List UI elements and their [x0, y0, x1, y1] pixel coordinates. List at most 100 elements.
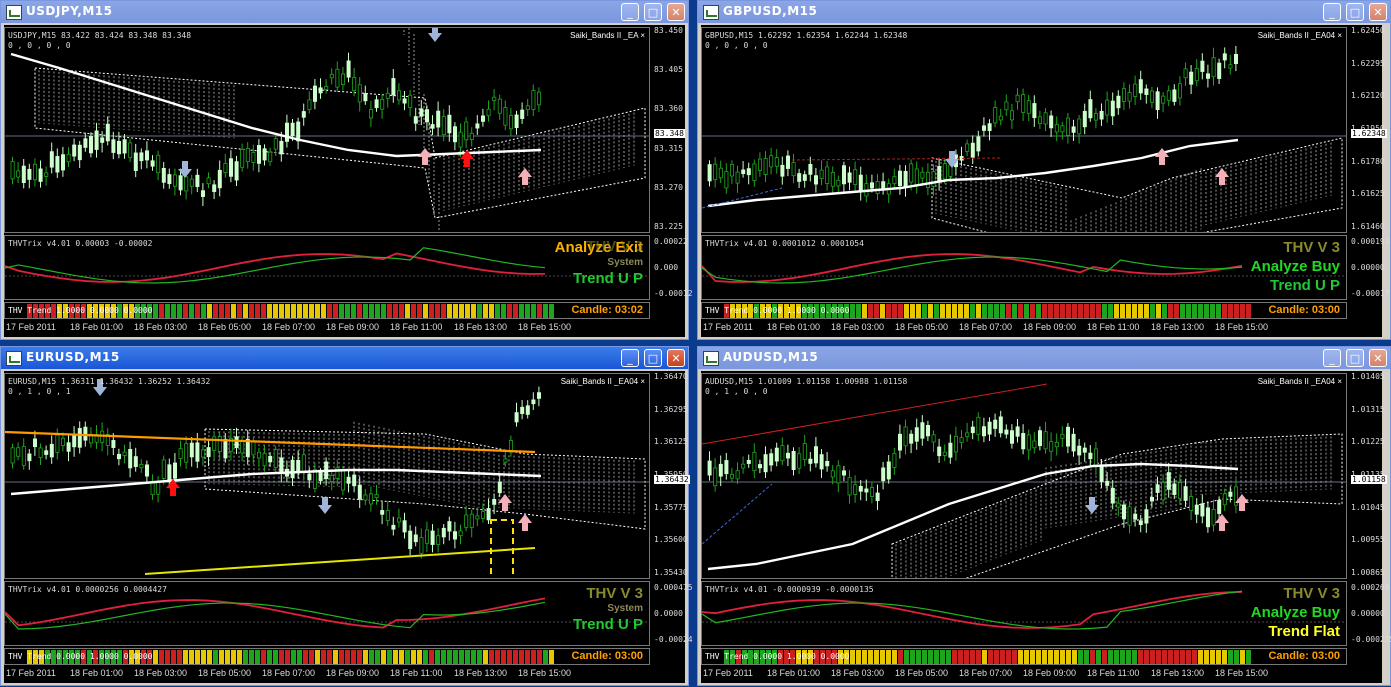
candle-body	[38, 447, 43, 458]
trend-bar	[255, 304, 260, 318]
candle-body	[167, 174, 172, 185]
candle-body	[925, 171, 930, 188]
candle-body	[296, 459, 301, 473]
trend-bar	[339, 304, 344, 318]
trix-indicator-pane[interactable]: THVTrix v4.01 0.0001012 0.0001054 THV V 3…	[701, 235, 1347, 300]
trend-bar	[916, 650, 921, 664]
candle-body	[262, 148, 267, 161]
expert-advisor-label[interactable]: Saiki_Bands II _EA04 ×	[1258, 31, 1342, 40]
candle-body	[537, 392, 542, 399]
trend-bar	[531, 304, 536, 318]
trend-strip-pane[interactable]: THV Trend 1.0000 0.0000 0.0000 Candle: 03…	[4, 302, 650, 319]
expert-advisor-label[interactable]: Saiki_Bands II _EA ×	[570, 31, 645, 40]
trend-strip-pane[interactable]: THV Trend 0.0000 1.0000 0.0000 Candle: 03…	[701, 302, 1347, 319]
price-pane[interactable]: AUDUSD,M15 1.01009 1.01158 1.00988 1.011…	[701, 373, 1347, 579]
sell-arrow-icon	[428, 28, 442, 42]
trend-bar	[159, 650, 164, 664]
chart-area[interactable]: GBPUSD,M15 1.62292 1.62354 1.62244 1.623…	[701, 25, 1390, 337]
close-button[interactable]: ✕	[667, 349, 685, 367]
candle-body	[206, 447, 211, 458]
band-cloud	[931, 137, 1343, 232]
close-button[interactable]: ✕	[667, 3, 685, 21]
candle-body	[937, 446, 942, 457]
signal-status-line: Trend U P	[572, 616, 643, 633]
chart-window-eurusd[interactable]: EURUSD,M15 _ □ ✕ EURUSD,M15 1.36311 1.36…	[0, 346, 693, 686]
trend-bar	[904, 650, 909, 664]
time-axis: 17 Feb 2011 18 Feb 01:00 18 Feb 03:00 18 Fe…	[701, 667, 1382, 681]
indicator-tick: 0.0000	[654, 609, 683, 618]
close-button[interactable]: ✕	[1369, 349, 1387, 367]
candle-body	[380, 98, 385, 110]
expert-advisor-label[interactable]: Saiki_Bands II _EA04 ×	[1258, 377, 1342, 386]
trix-indicator-pane[interactable]: THVTrix v4.01 0.00003 -0.00002 Analyze Ex…	[4, 235, 650, 300]
trend-bar	[423, 304, 428, 318]
price-axis: 1.364701.362951.361251.359501.357751.356…	[652, 372, 690, 579]
candle-body	[1144, 509, 1149, 524]
maximize-button[interactable]: □	[644, 349, 662, 367]
window-titlebar[interactable]: USDJPY,M15 _ □ ✕	[1, 1, 688, 23]
chart-area[interactable]: USDJPY,M15 83.422 83.424 83.348 83.348 0 …	[4, 25, 693, 337]
candle-body	[27, 453, 32, 462]
candle-body	[1172, 89, 1177, 102]
minimize-button[interactable]: _	[621, 3, 639, 21]
time-tick: 17 Feb 2011	[703, 668, 753, 678]
candle-body	[1015, 426, 1020, 437]
trix-indicator-pane[interactable]: THVTrix v4.01 0.0000256 0.0004427 THV V 3…	[4, 581, 650, 646]
minimize-button[interactable]: _	[1323, 3, 1341, 21]
close-button[interactable]: ✕	[1369, 3, 1387, 21]
trend-strip-pane[interactable]: THV Trend 0.0000 1.0000 0.0000 Candle: 03…	[4, 648, 650, 665]
trend-bar	[345, 650, 350, 664]
candle-body	[1026, 100, 1031, 114]
trend-strip-pane[interactable]: THV Trend 0.0000 1.0000 0.0000 Candle: 03…	[701, 648, 1347, 665]
trix-signal-line	[702, 253, 1243, 283]
indicator-header: THVTrix v4.01 0.0001012 0.0001054	[705, 239, 864, 248]
trend-bar	[513, 650, 518, 664]
price-pane[interactable]: GBPUSD,M15 1.62292 1.62354 1.62244 1.623…	[701, 27, 1347, 233]
candle-body	[1037, 430, 1042, 447]
candle-body	[1004, 429, 1009, 435]
window-titlebar[interactable]: EURUSD,M15 _ □ ✕	[1, 347, 688, 369]
price-pane[interactable]: USDJPY,M15 83.422 83.424 83.348 83.348 0 …	[4, 27, 650, 233]
trix-indicator-pane[interactable]: THVTrix v4.01 -0.0000939 -0.0000135 THV V…	[701, 581, 1347, 646]
minimize-button[interactable]: _	[1323, 349, 1341, 367]
candle-body	[1127, 506, 1132, 526]
chart-header: AUDUSD,M15 1.01009 1.01158 1.00988 1.011…	[705, 377, 908, 386]
trend-bar	[928, 650, 933, 664]
price-pane[interactable]: EURUSD,M15 1.36311 1.36432 1.36252 1.364…	[4, 373, 650, 579]
maximize-button[interactable]: □	[1346, 3, 1364, 21]
window-titlebar[interactable]: AUDUSD,M15 _ □ ✕	[698, 347, 1390, 369]
candle-body	[819, 169, 824, 179]
trend-bar	[1072, 650, 1077, 664]
candle-body	[1105, 480, 1110, 486]
trend-bar	[910, 650, 915, 664]
expert-advisor-label[interactable]: Saiki_Bands II _EA04 ×	[561, 377, 645, 386]
trend-bar	[1084, 650, 1089, 664]
window-titlebar[interactable]: GBPUSD,M15 _ □ ✕	[698, 1, 1390, 23]
time-tick: 18 Feb 07:00	[959, 668, 1013, 678]
signal-status: Analyze Exit System Trend U P THV V 3	[555, 238, 643, 288]
candle-body	[318, 87, 323, 94]
candle-body	[83, 426, 88, 441]
candle-body	[791, 162, 796, 177]
maximize-button[interactable]: □	[644, 3, 662, 21]
trend-bar	[1186, 304, 1191, 318]
chart-window-audusd[interactable]: AUDUSD,M15 _ □ ✕ AUDUSD,M15 1.01009 1.01…	[697, 346, 1391, 686]
chart-subheader: 0 , 1 , 0 , 1	[8, 387, 71, 396]
candle-body	[44, 172, 49, 177]
chart-window-gbpusd[interactable]: GBPUSD,M15 _ □ ✕ GBPUSD,M15 1.62292 1.62…	[697, 0, 1391, 340]
trend-bar	[231, 650, 236, 664]
chart-window-usdjpy[interactable]: USDJPY,M15 _ □ ✕ USDJPY,M15 83.422 83.42…	[0, 0, 693, 340]
price-tick: 1.62120	[1351, 91, 1385, 101]
trend-bar	[537, 304, 542, 318]
time-tick: 18 Feb 01:00	[767, 668, 821, 678]
time-tick: 17 Feb 2011	[703, 322, 753, 332]
chart-area[interactable]: AUDUSD,M15 1.01009 1.01158 1.00988 1.011…	[701, 371, 1391, 683]
trend-bar	[1048, 304, 1053, 318]
indicator-tick: -0.00017	[1351, 289, 1390, 298]
candle-body	[875, 181, 880, 194]
time-axis: 17 Feb 2011 18 Feb 01:00 18 Feb 03:00 18 Fe…	[4, 321, 685, 335]
candle-body	[531, 90, 536, 110]
minimize-button[interactable]: _	[621, 349, 639, 367]
maximize-button[interactable]: □	[1346, 349, 1364, 367]
chart-area[interactable]: EURUSD,M15 1.36311 1.36432 1.36252 1.364…	[4, 371, 693, 683]
